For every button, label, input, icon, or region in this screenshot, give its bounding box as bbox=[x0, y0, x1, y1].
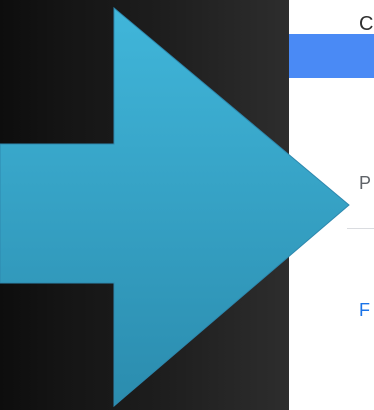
field-label: P bbox=[359, 173, 372, 193]
dialog-link[interactable]: F bbox=[359, 298, 374, 322]
screenshot-stage: C P F bbox=[0, 0, 374, 410]
field-divider bbox=[347, 228, 374, 229]
dialog-title: C bbox=[359, 14, 374, 34]
dialog-panel: C P F bbox=[289, 0, 374, 410]
